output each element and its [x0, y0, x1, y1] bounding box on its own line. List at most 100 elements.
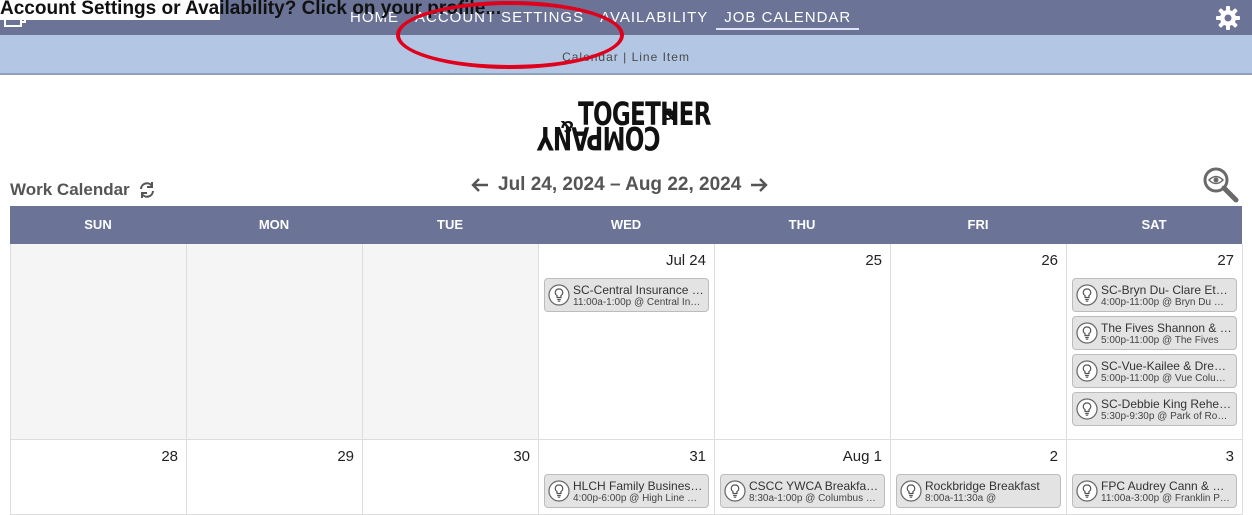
day-cell[interactable]: 3 FPC Audrey Cann & Matthew11:00a-3:00p @…: [1067, 440, 1243, 515]
gear-icon[interactable]: [1216, 6, 1240, 30]
calendar-event[interactable]: HLCH Family Business Event4:00p-6:00p @ …: [544, 474, 709, 508]
logo-word-company: COMPANY: [537, 119, 661, 157]
day-number: 27: [1217, 252, 1234, 269]
nav-job-calendar[interactable]: JOB CALENDAR: [716, 8, 860, 30]
day-cell[interactable]: [11, 244, 187, 440]
calendar-week: 28 29 30 31 HLCH Family Business Event4:00p-…: [10, 440, 1243, 515]
day-number: 28: [161, 448, 178, 465]
event-text: CSCC YWCA Breakfast Event8:30a-1:00p @ C…: [749, 479, 880, 504]
event-time: 4:00p-11:00p @ Bryn Du Mansion: [1101, 296, 1232, 308]
event-title: Rockbridge Breakfast: [925, 478, 1040, 493]
calendar-title-text: Work Calendar: [10, 180, 130, 199]
calendar-event[interactable]: The Fives Shannon & Matt 5:00p-11:00p @ T…: [1072, 316, 1237, 350]
event-time: 5:00p-11:00p @ Vue Columbus: [1101, 372, 1232, 384]
lightbulb-icon: [1076, 360, 1098, 382]
event-time: 8:30a-1:00p @ Columbus State: [749, 492, 880, 504]
day-cell[interactable]: Jul 24 SC-Central Insurance Companies Hol…: [539, 244, 715, 440]
lightbulb-icon: [1076, 284, 1098, 306]
day-number: 26: [1041, 252, 1058, 269]
date-range-text: Jul 24, 2024 – Aug 22, 2024: [498, 174, 742, 195]
day-number: 3: [1225, 448, 1234, 465]
day-header: WED: [610, 217, 642, 232]
nav-availability[interactable]: AVAILABILITY: [592, 8, 716, 30]
obscured-banner-text: Account Settings or Availability? Click …: [0, 0, 502, 19]
lightbulb-icon: [1076, 322, 1098, 344]
event-text: SC-Vue-Kailee & Drew Wedding5:00p-11:00p…: [1101, 359, 1232, 384]
day-number: Aug 1: [842, 448, 882, 465]
subnav-links: Calendar | Line Item: [0, 50, 1252, 64]
subnav-separator: |: [623, 50, 628, 64]
calendar-event[interactable]: FPC Audrey Cann & Matthew11:00a-3:00p @ …: [1072, 474, 1237, 508]
event-time: 11:00a-1:00p @ Central Insurance: [573, 296, 704, 308]
event-list: SC-Central Insurance Companies Holiday11…: [544, 278, 709, 312]
day-cell[interactable]: 28: [11, 440, 187, 515]
day-number: Jul 24: [665, 252, 706, 269]
event-title: FPC Audrey Cann & Matthew: [1101, 478, 1232, 493]
calendar-event[interactable]: SC-Central Insurance Companies Holiday11…: [544, 278, 709, 312]
day-header: MON: [258, 217, 290, 232]
event-time: 5:00p-11:00p @ The Fives: [1101, 334, 1219, 346]
event-text: FPC Audrey Cann & Matthew11:00a-3:00p @ …: [1101, 479, 1232, 504]
day-number: 29: [337, 448, 354, 465]
event-title: HLCH Family Business Event: [573, 478, 704, 493]
calendar-event[interactable]: SC-Vue-Kailee & Drew Wedding5:00p-11:00p…: [1072, 354, 1237, 388]
event-time: 8:00a-11:30a @: [925, 492, 997, 504]
event-title: SC-Debbie King Rehearsal Dinner: [1101, 396, 1232, 411]
event-list: FPC Audrey Cann & Matthew11:00a-3:00p @ …: [1072, 474, 1237, 508]
event-time: 4:00p-6:00p @ High Line Car House: [573, 492, 704, 504]
subnav-line-item[interactable]: Line Item: [632, 50, 690, 64]
calendar-event[interactable]: SC-Bryn Du- Clare Etheridge4:00p-11:00p …: [1072, 278, 1237, 312]
lightbulb-icon: [548, 480, 570, 502]
day-cell[interactable]: 25: [715, 244, 891, 440]
event-list: HLCH Family Business Event4:00p-6:00p @ …: [544, 474, 709, 508]
event-title: SC-Central Insurance Companies Holiday: [573, 282, 704, 297]
lightbulb-icon: [900, 480, 922, 502]
lightbulb-icon: [1076, 480, 1098, 502]
refresh-icon[interactable]: [138, 181, 156, 199]
event-title: CSCC YWCA Breakfast Event: [749, 478, 880, 493]
day-header: SAT: [1141, 217, 1167, 232]
day-cell[interactable]: 26: [891, 244, 1067, 440]
calendar-title: Work Calendar: [10, 180, 156, 200]
search-view-icon[interactable]: [1200, 165, 1240, 203]
day-cell[interactable]: 31 HLCH Family Business Event4:00p-6:00p …: [539, 440, 715, 515]
obscured-banner: Account Settings or Availability? Click …: [0, 0, 501, 20]
event-text: HLCH Family Business Event4:00p-6:00p @ …: [573, 479, 704, 504]
event-list: SC-Bryn Du- Clare Etheridge4:00p-11:00p …: [1072, 278, 1237, 426]
event-time: 5:30p-9:30p @ Park of Roses: [1101, 410, 1232, 422]
calendar-event[interactable]: Rockbridge Breakfast 8:00a-11:30a @: [896, 474, 1061, 508]
event-text: SC-Central Insurance Companies Holiday11…: [573, 283, 704, 308]
day-number: 31: [689, 448, 706, 465]
date-range: Jul 24, 2024 – Aug 22, 2024: [470, 174, 769, 196]
event-title: The Fives Shannon & Matt: [1101, 320, 1232, 335]
day-number: 2: [1049, 448, 1058, 465]
arrow-left-icon[interactable]: [470, 175, 490, 195]
lightbulb-icon: [724, 480, 746, 502]
company-logo: & TOGETHER & COMPANY: [538, 95, 712, 165]
calendar-event[interactable]: CSCC YWCA Breakfast Event8:30a-1:00p @ C…: [720, 474, 885, 508]
lightbulb-icon: [1076, 398, 1098, 420]
day-cell[interactable]: [363, 244, 539, 440]
calendar-header-row: SUN MON TUE WED THU FRI SAT: [10, 206, 1242, 244]
day-cell[interactable]: [187, 244, 363, 440]
day-cell[interactable]: 2 Rockbridge Breakfast 8:00a-11:30a @: [891, 440, 1067, 515]
sub-nav: Calendar | Line Item: [0, 35, 1252, 75]
event-text: The Fives Shannon & Matt 5:00p-11:00p @ T…: [1101, 321, 1232, 346]
arrow-right-icon[interactable]: [749, 175, 769, 195]
day-cell[interactable]: 27 SC-Bryn Du- Clare Etheridge4:00p-11:00…: [1067, 244, 1243, 440]
day-header: SUN: [84, 217, 112, 232]
lightbulb-icon: [548, 284, 570, 306]
day-cell[interactable]: 30: [363, 440, 539, 515]
event-time: 11:00a-3:00p @ Franklin Park: [1101, 492, 1232, 504]
calendar-event[interactable]: SC-Debbie King Rehearsal Dinner5:30p-9:3…: [1072, 392, 1237, 426]
event-list: CSCC YWCA Breakfast Event8:30a-1:00p @ C…: [720, 474, 885, 508]
subnav-calendar[interactable]: Calendar: [562, 50, 619, 64]
day-number: 25: [865, 252, 882, 269]
day-cell[interactable]: Aug 1 CSCC YWCA Breakfast Event8:30a-1:00…: [715, 440, 891, 515]
event-title: SC-Vue-Kailee & Drew Wedding: [1101, 358, 1232, 373]
calendar-week: Jul 24 SC-Central Insurance Companies Hol…: [10, 244, 1243, 440]
event-text: SC-Bryn Du- Clare Etheridge4:00p-11:00p …: [1101, 283, 1232, 308]
event-list: Rockbridge Breakfast 8:00a-11:30a @: [896, 474, 1061, 508]
day-cell[interactable]: 29: [187, 440, 363, 515]
event-title: SC-Bryn Du- Clare Etheridge: [1101, 282, 1232, 297]
